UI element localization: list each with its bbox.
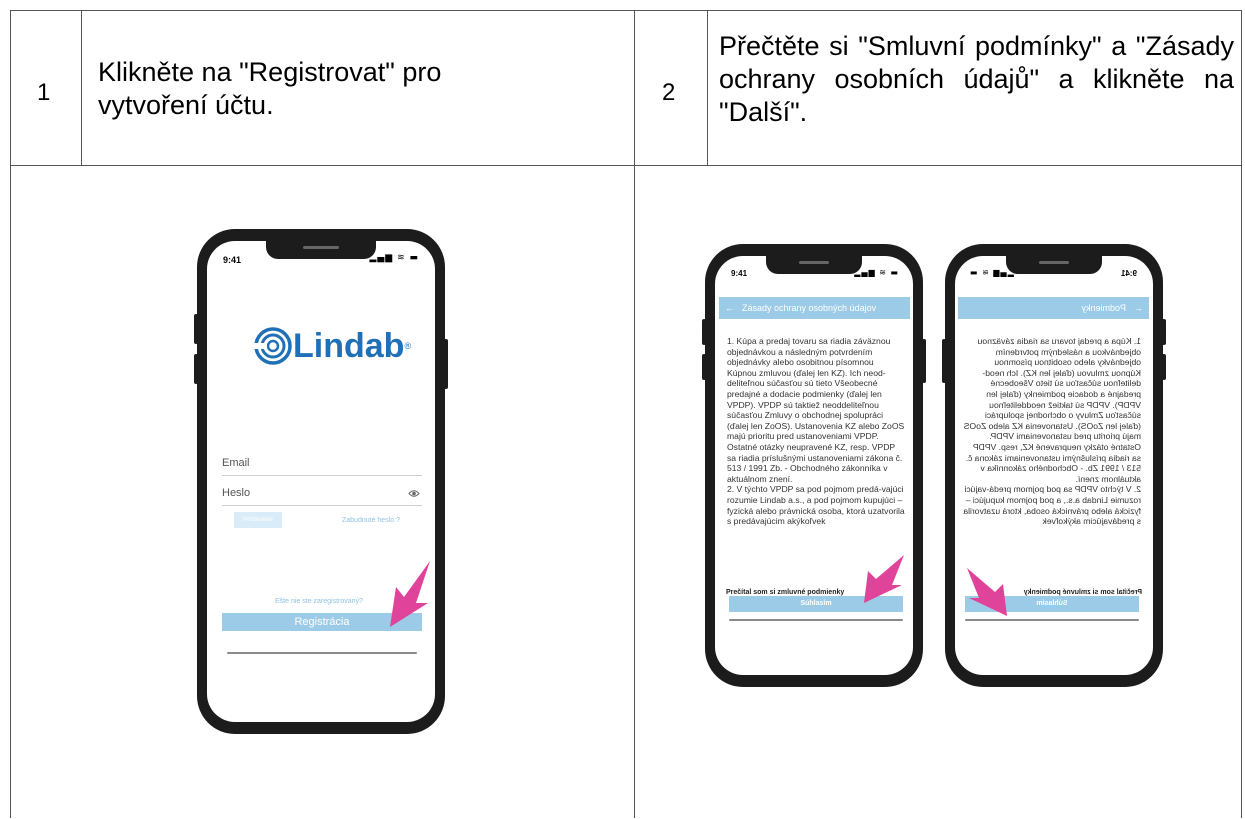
forgot-password-link[interactable]: Zabudnuté heslo ? xyxy=(342,517,400,524)
phone-screen: 9:41 ▂▄▆ ≋ ▬ Lindab ® Email Heslo Prihlás… xyxy=(207,241,435,722)
back-arrow-icon[interactable]: ← xyxy=(725,303,734,313)
pink-arrow-pointer xyxy=(390,561,430,627)
privacy-terms-text: 1. Kúpa a predaj tovaru sa riadia záväzn… xyxy=(727,336,905,527)
phone-side-button xyxy=(194,314,198,344)
phone-side-button xyxy=(702,319,706,345)
table-border-right xyxy=(1241,10,1242,818)
pink-arrow-pointer xyxy=(967,568,1007,616)
step-2-text: Přečtěte si "Smluvní podmínky" a "Zásady… xyxy=(719,31,1234,127)
status-icons: ▂▄▆ ≋ ▬ xyxy=(969,268,1014,277)
status-time: 9:41 xyxy=(1120,269,1137,278)
phone-notch xyxy=(266,241,376,259)
home-indicator xyxy=(965,619,1139,621)
step-1-text: Klikněte na "Registrovat" pro vytvoření … xyxy=(98,57,442,120)
email-label: Email xyxy=(222,457,250,469)
phone-notch xyxy=(766,256,862,274)
table-col-divider-1 xyxy=(81,10,82,165)
phone-privacy-mockup: 9:41 ▂▄▆ ≋ ▬ ← Zásady ochrany osobných ú… xyxy=(702,244,926,687)
read-terms-checkbox-label[interactable]: Prečítal som si zmluvné podmienky xyxy=(1024,589,1142,596)
read-terms-checkbox-label[interactable]: Prečítal som si zmluvné podmienky xyxy=(726,589,844,596)
terms-app-bar: ← Podmienky xyxy=(958,297,1149,319)
email-field[interactable]: Email xyxy=(222,457,422,476)
phone-terms-mockup: 9:41 ▂▄▆ ≋ ▬ ← Podmienky 1. Kúpa a preda… xyxy=(942,244,1166,687)
phone-screen: 9:41 ▂▄▆ ≋ ▬ ← Zásady ochrany osobných ú… xyxy=(715,256,913,675)
table-border-top xyxy=(10,10,1242,11)
back-arrow-icon[interactable]: ← xyxy=(1134,303,1143,313)
table-row-divider xyxy=(10,165,1242,166)
status-time: 9:41 xyxy=(223,255,242,265)
phone-power-button xyxy=(444,339,448,389)
phone-side-button xyxy=(1162,354,1166,380)
phone-side-button xyxy=(194,354,198,384)
table-border-left xyxy=(10,10,11,818)
lindab-logo-icon xyxy=(253,327,292,365)
status-icons: ▂▄▆ ≋ ▬ xyxy=(369,253,419,263)
lindab-logo-text: Lindab xyxy=(293,326,405,365)
home-indicator xyxy=(729,619,903,621)
phone-power-button xyxy=(942,339,946,383)
password-label: Heslo xyxy=(222,487,251,499)
table-col-divider-mid xyxy=(634,10,635,818)
status-time: 9:41 xyxy=(731,269,748,278)
privacy-title: Zásady ochrany osobných údajov xyxy=(742,303,877,313)
pink-arrow-pointer xyxy=(864,555,904,603)
step-2-number: 2 xyxy=(662,79,676,106)
phone-side-button xyxy=(1162,319,1166,345)
privacy-app-bar: ← Zásady ochrany osobných údajov xyxy=(719,297,910,319)
home-indicator xyxy=(227,652,417,654)
phone-login-mockup: 9:41 ▂▄▆ ≋ ▬ Lindab ® Email Heslo Prihlás… xyxy=(194,229,448,734)
phone-power-button xyxy=(922,339,926,383)
login-button[interactable]: Prihlásenie xyxy=(234,512,282,528)
terms-title: Podmienky xyxy=(1081,303,1126,313)
terms-text: 1. Kúpa a predaj tovaru sa riadia záväzn… xyxy=(963,336,1141,527)
logo-registered-mark: ® xyxy=(404,341,412,351)
password-field[interactable]: Heslo xyxy=(222,487,422,506)
not-registered-link[interactable]: Ešte nie ste zaregistrovaný? xyxy=(275,598,363,605)
eye-icon[interactable] xyxy=(408,489,420,498)
lindab-logo: Lindab ® xyxy=(253,326,411,366)
status-icons: ▂▄▆ ≋ ▬ xyxy=(854,268,899,277)
phone-side-button xyxy=(702,354,706,380)
table-col-divider-2 xyxy=(707,10,708,165)
step-1-number: 1 xyxy=(37,79,51,106)
